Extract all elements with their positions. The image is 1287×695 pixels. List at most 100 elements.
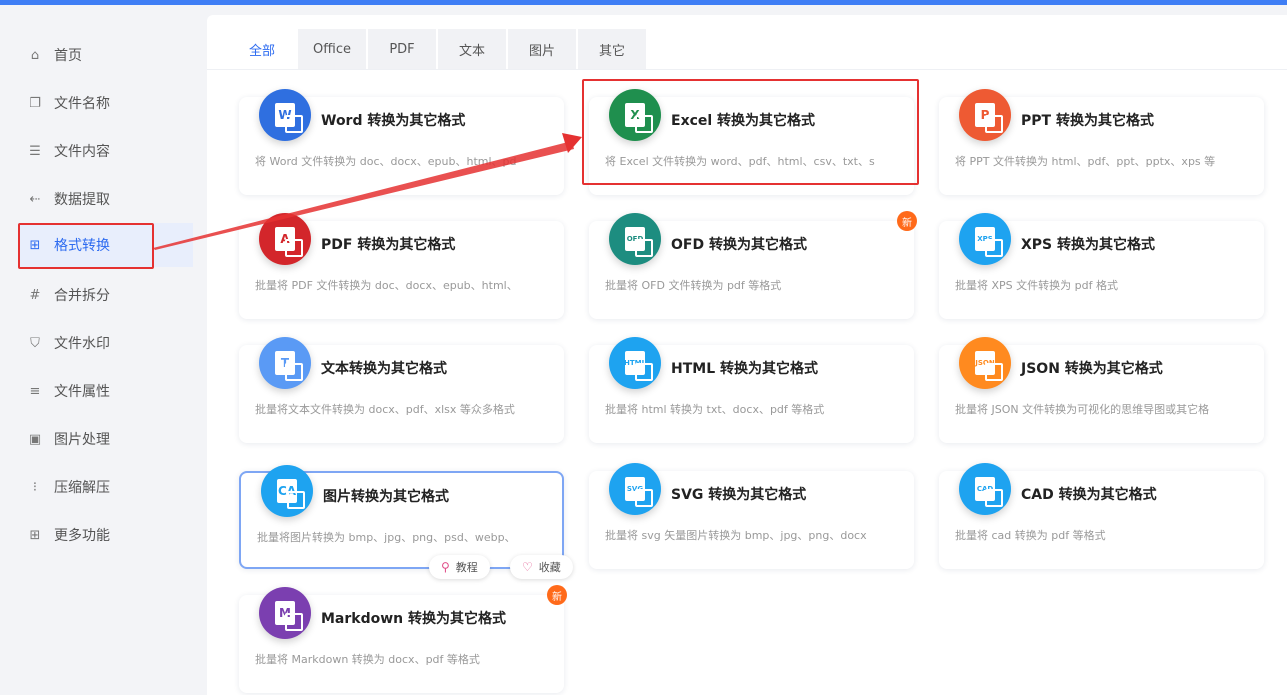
watermark-icon: ⛉	[30, 335, 40, 351]
card-title: HTML 转换为其它格式	[671, 361, 818, 377]
tab-1[interactable]: Office	[298, 29, 366, 69]
sidebar-item-watermark[interactable]: ⛉ 文件水印	[18, 321, 193, 365]
highlight-box-format-convert	[18, 223, 154, 269]
lightbulb-icon: ⚲	[441, 560, 450, 574]
card-title: SVG 转换为其它格式	[671, 487, 807, 503]
file-glyph-icon: OFD	[625, 227, 653, 257]
file-glyph-icon: P	[975, 103, 1003, 133]
sidebar-item-label: 文件属性	[54, 384, 110, 400]
favorite-button[interactable]: ♡ 收藏	[510, 555, 573, 579]
card-title: 图片转换为其它格式	[323, 489, 449, 505]
sidebar-item-label: 文件名称	[54, 96, 110, 112]
file-type-icon: M	[259, 587, 311, 639]
sidebar-item-label: 文件内容	[54, 144, 110, 160]
converter-card[interactable]: CA 图片转换为其它格式批量将图片转换为 bmp、jpg、png、psd、webp…	[239, 465, 564, 569]
converter-card[interactable]: OFD OFD 转换为其它格式批量将 OFD 文件转换为 pdf 等格式	[589, 213, 914, 319]
merge-split-icon: #	[29, 287, 41, 303]
file-glyph-icon: SVG	[625, 477, 653, 507]
card-title: Word 转换为其它格式	[321, 113, 466, 129]
sidebar-item-label: 数据提取	[54, 192, 110, 208]
compress-icon: ⁝	[32, 479, 38, 495]
converter-card[interactable]: SVG SVG 转换为其它格式 批量将 svg 矢量图片转换为 bmp、jpg、pn…	[589, 463, 914, 569]
sidebar-item-label: 文件水印	[54, 336, 110, 352]
file-glyph-icon: XPS	[975, 227, 1003, 257]
file-glyph-icon: JSON	[975, 351, 1003, 381]
card-title: Markdown 转换为其它格式	[321, 611, 507, 627]
sidebar-item-label: 合并拆分	[54, 288, 110, 304]
converter-card[interactable]: HTML HTML 转换为其它格式批量将 html 转换为 txt、docx、pd…	[589, 337, 914, 443]
sidebar-item-data-extract[interactable]: ⇠ 数据提取	[18, 177, 193, 221]
tab-0[interactable]: 全部	[228, 29, 296, 69]
tabs-divider	[207, 69, 1287, 70]
file-glyph-icon: W	[275, 103, 303, 133]
tab-4[interactable]: 图片	[508, 29, 576, 69]
favorite-button-label: 收藏	[538, 561, 561, 574]
card-title: PPT 转换为其它格式	[1021, 113, 1154, 129]
sidebar-item-label: 图片处理	[54, 432, 110, 448]
file-name-icon: ❐	[29, 95, 41, 111]
heart-icon: ♡	[522, 560, 533, 574]
sidebar-item-merge-split[interactable]: # 合并拆分	[18, 273, 193, 317]
file-type-icon: HTML	[609, 337, 661, 389]
file-type-icon: W	[259, 89, 311, 141]
converter-card[interactable]: JSON JSON 转换为其它格式批量将 JSON 文件转换为可视化的思维导图或其…	[939, 337, 1264, 443]
file-type-icon: CAD	[959, 463, 1011, 515]
sidebar-item-file-name[interactable]: ❐ 文件名称	[18, 81, 193, 125]
sidebar-item-label: 首页	[54, 48, 82, 64]
tab-2[interactable]: PDF	[368, 29, 436, 69]
card-description: 批量将图片转换为 bmp、jpg、png、psd、webp、	[257, 531, 516, 544]
converter-card[interactable]: W Word 转换为其它格式将 Word 文件转换为 doc、docx、epub、…	[239, 89, 564, 195]
card-description: 批量将 cad 转换为 pdf 等格式	[955, 529, 1106, 542]
sidebar-item-image-process[interactable]: ▣ 图片处理	[18, 417, 193, 461]
tab-5[interactable]: 其它	[578, 29, 646, 69]
sidebar-item-more[interactable]: ⊞ 更多功能	[18, 513, 193, 557]
more-icon: ⊞	[29, 527, 41, 543]
sidebar: ⌂ 首页 ❐ 文件名称 ☰ 文件内容 ⇠ 数据提取 ⊞ 格式转换 # 合并拆分 ⛉ 文件水印 ≡ 文件属性 ▣ 图…	[0, 5, 205, 695]
sidebar-item-file-content[interactable]: ☰ 文件内容	[18, 129, 193, 173]
card-title: CAD 转换为其它格式	[1021, 487, 1157, 503]
card-title: 文本转换为其它格式	[321, 361, 447, 377]
file-type-icon: OFD	[609, 213, 661, 265]
converter-card[interactable]: P PPT 转换为其它格式将 PPT 文件转换为 html、pdf、ppt、ppt…	[939, 89, 1264, 195]
file-glyph-icon: T	[275, 351, 303, 381]
new-badge: 新	[547, 585, 567, 605]
card-description: 将 Word 文件转换为 doc、docx、epub、html、pd	[255, 155, 517, 168]
file-glyph-icon: HTML	[624, 351, 653, 381]
card-description: 批量将 JSON 文件转换为可视化的思维导图或其它格	[955, 403, 1210, 416]
new-badge: 新	[897, 211, 917, 231]
converter-card[interactable]: CAD CAD 转换为其它格式批量将 cad 转换为 pdf 等格式	[939, 463, 1264, 569]
category-tabs: 全部 Office PDF 文本 图片 其它	[228, 29, 648, 69]
file-type-icon: CA	[261, 465, 313, 517]
tutorial-button[interactable]: ⚲ 教程	[429, 555, 490, 579]
sidebar-item-label: 压缩解压	[54, 480, 110, 496]
tutorial-button-label: 教程	[455, 561, 478, 574]
file-glyph-icon: A	[275, 227, 303, 257]
file-type-icon: T	[259, 337, 311, 389]
tab-3[interactable]: 文本	[438, 29, 506, 69]
card-title: PDF 转换为其它格式	[321, 237, 456, 253]
file-glyph-icon: CA	[277, 479, 305, 509]
card-description: 批量将 Markdown 转换为 docx、pdf 等格式	[255, 653, 480, 666]
card-description: 批量将文本文件转换为 docx、pdf、xlsx 等众多格式	[255, 403, 515, 416]
file-type-icon: A	[259, 213, 311, 265]
converter-card[interactable]: XPS XPS 转换为其它格式 批量将 XPS 文件转换为 pdf 格式	[939, 213, 1264, 319]
card-title: XPS 转换为其它格式	[1021, 237, 1156, 253]
highlight-box-excel-card	[582, 79, 919, 185]
home-icon: ⌂	[30, 47, 40, 63]
card-description: 批量将 html 转换为 txt、docx、pdf 等格式	[605, 403, 825, 416]
sidebar-item-file-props[interactable]: ≡ 文件属性	[18, 369, 193, 413]
sidebar-item-home[interactable]: ⌂ 首页	[18, 33, 193, 77]
file-props-icon: ≡	[29, 383, 41, 399]
file-content-icon: ☰	[29, 143, 41, 159]
sidebar-item-compress[interactable]: ⁝ 压缩解压	[18, 465, 193, 509]
converter-card[interactable]: A PDF 转换为其它格式 批量将 PDF 文件转换为 doc、docx、epub、…	[239, 213, 564, 319]
card-title: OFD 转换为其它格式	[671, 237, 807, 253]
converter-card[interactable]: T 文本转换为其它格式批量将文本文件转换为 docx、pdf、xlsx 等众多格式	[239, 337, 564, 443]
image-process-icon: ▣	[28, 431, 42, 447]
card-title: JSON 转换为其它格式	[1021, 361, 1163, 377]
card-description: 将 PPT 文件转换为 html、pdf、ppt、pptx、xps 等	[955, 155, 1216, 168]
file-glyph-icon: M	[275, 601, 303, 631]
converter-card[interactable]: M Markdown 转换为其它格式批量将 Markdown 转换为 docx、p…	[239, 587, 564, 693]
sidebar-item-label: 更多功能	[54, 528, 110, 544]
card-description: 批量将 OFD 文件转换为 pdf 等格式	[605, 279, 782, 292]
